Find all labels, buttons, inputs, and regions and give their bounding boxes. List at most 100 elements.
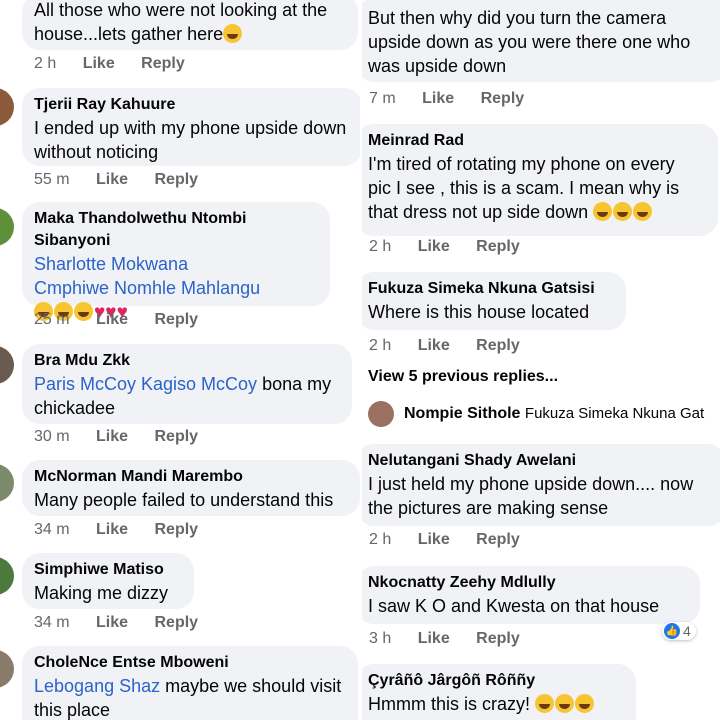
commenter-name[interactable]: Fukuza Simeka Nkuna Gatsisi <box>368 278 614 300</box>
avatar[interactable] <box>0 650 14 688</box>
thinking-face-emoji-icon <box>575 694 595 713</box>
commenter-name[interactable]: Nkocnatty Zeehy Mdlully <box>368 572 688 594</box>
comment-time: 25 m <box>34 311 70 328</box>
mention-link[interactable]: Lebogang Shaz <box>34 676 160 696</box>
thinking-face-emoji-icon <box>535 694 555 713</box>
comment-meta: 2 h Like Reply <box>369 337 542 355</box>
commenter-name[interactable]: Maka Thandolwethu Ntombi Sibanyoni <box>34 208 318 252</box>
like-button[interactable]: Like <box>96 614 128 631</box>
comment-meta: 3 h Like Reply <box>369 630 542 648</box>
avatar[interactable] <box>0 208 14 246</box>
reply-button[interactable]: Reply <box>481 90 525 107</box>
reply-button[interactable]: Reply <box>155 521 199 538</box>
comment-bubble: Çyrâñô Jârgôñ Rôññy Hmmm this is crazy! <box>362 664 636 720</box>
comment-meta: 55 m Like Reply <box>34 171 220 189</box>
comment-time: 3 h <box>369 630 392 647</box>
mention-link[interactable]: Sharlotte Mokwana <box>34 252 318 276</box>
comment-text: chickadee <box>34 398 116 418</box>
commenter-name[interactable]: Çyrâñô Jârgôñ Rôññy <box>368 670 624 692</box>
comment-time: 2 h <box>369 337 392 354</box>
comment-text: house...lets gather here <box>34 22 346 46</box>
commenter-name[interactable]: CholeNce Entse Mboweni <box>34 652 346 674</box>
grinning-sweat-emoji-icon <box>223 24 243 43</box>
comment-time: 2 h <box>34 55 57 72</box>
reply-button[interactable]: Reply <box>476 337 520 354</box>
reply-button[interactable]: Reply <box>155 428 199 445</box>
reply-preview[interactable]: Nompie Sithole Fukuza Simeka Nkuna Gat <box>404 405 704 423</box>
comment-time: 30 m <box>34 428 70 445</box>
commenter-name[interactable]: Simphiwe Matiso <box>34 559 182 581</box>
avatar[interactable] <box>0 557 14 595</box>
comment-text: Paris McCoy Kagiso McCoy bona my <box>34 374 332 394</box>
commenter-name[interactable]: Meinrad Rad <box>368 130 706 152</box>
commenter-name[interactable]: Nompie Sithole <box>404 405 520 422</box>
comment-bubble: CholeNce Entse Mboweni Lebogang Shaz may… <box>22 646 358 720</box>
mention-link[interactable]: Cmphiwe Nomhle Mahlangu <box>34 276 318 300</box>
comment-text: Many people failed to understand this <box>34 490 334 510</box>
comment-text: I just held my phone upside down.... now <box>368 474 694 494</box>
reaction-count[interactable]: 👍 4 <box>662 622 696 640</box>
comment-meta: 2 h Like Reply <box>369 531 542 549</box>
reply-preview-text: Fukuza Simeka Nkuna Gat <box>524 405 705 422</box>
reply-button[interactable]: Reply <box>476 238 520 255</box>
comment-time: 2 h <box>369 531 392 548</box>
comment-time: 2 h <box>369 238 392 255</box>
reply-button[interactable]: Reply <box>155 171 199 188</box>
comment-bubble: Simphiwe Matiso Making me dizzy <box>22 553 194 609</box>
like-button[interactable]: Like <box>418 531 450 548</box>
avatar[interactable] <box>368 401 394 427</box>
reply-button[interactable]: Reply <box>476 630 520 647</box>
avatar[interactable] <box>0 346 14 384</box>
comment-text: Where is this house located <box>368 302 590 322</box>
commenter-name[interactable]: Tjerii Ray Kahuure <box>34 94 350 116</box>
like-button[interactable]: Like <box>422 90 454 107</box>
mention-link[interactable]: Paris McCoy Kagiso McCoy <box>34 374 257 394</box>
like-button[interactable]: Like <box>96 171 128 188</box>
like-button[interactable]: Like <box>418 630 450 647</box>
commenter-name[interactable]: Bra Mdu Zkk <box>34 350 340 372</box>
thumbs-up-icon: 👍 <box>664 623 680 639</box>
comment-meta: 30 m Like Reply <box>34 428 220 446</box>
like-button[interactable]: Like <box>83 55 115 72</box>
commenter-name[interactable]: Nelutangani Shady Awelani <box>368 450 714 472</box>
comment-bubble: Tjerii Ray Kahuure I ended up with my ph… <box>22 88 362 166</box>
comment-text: Lebogang Shaz maybe we should visit <box>34 676 342 696</box>
reply-button[interactable]: Reply <box>155 614 199 631</box>
comment-bubble: Nkocnatty Zeehy Mdlully I saw K O and Kw… <box>362 566 700 624</box>
comment-time: 34 m <box>34 614 70 631</box>
avatar[interactable] <box>0 88 14 126</box>
right-comment-column: But then why did you turn the camera ups… <box>362 0 720 720</box>
comment-text: I saw K O and Kwesta on that house <box>368 596 660 616</box>
comment-time: 55 m <box>34 171 70 188</box>
grinning-sweat-emoji-icon <box>613 202 633 221</box>
comment-bubble: Fukuza Simeka Nkuna Gatsisi Where is thi… <box>362 272 626 330</box>
comment-text: the pictures are making sense <box>368 498 609 518</box>
comment-text: was upside down <box>368 56 507 76</box>
view-previous-replies-link[interactable]: View 5 previous replies... <box>368 368 558 386</box>
grinning-sweat-emoji-icon <box>593 202 613 221</box>
comment-text: I ended up with my phone upside down <box>34 118 347 138</box>
comment-text: that dress not up side down <box>368 200 706 224</box>
commenter-name[interactable]: McNorman Mandi Marembo <box>34 466 348 488</box>
reply-button[interactable]: Reply <box>141 55 185 72</box>
comment-bubble: Maka Thandolwethu Ntombi Sibanyoni Sharl… <box>22 202 330 322</box>
comment-meta: 34 m Like Reply <box>34 521 220 539</box>
comment-text: But then why did you turn the camera <box>368 8 667 28</box>
comment-text: Hmmm this is crazy! <box>368 692 624 716</box>
like-button[interactable]: Like <box>418 238 450 255</box>
comment-meta: 25 m Like Reply <box>34 311 220 329</box>
like-button[interactable]: Like <box>96 311 128 328</box>
reply-button[interactable]: Reply <box>476 531 520 548</box>
comment-bubble: Meinrad Rad I'm tired of rotating my pho… <box>362 124 718 236</box>
comment-bubble: Nelutangani Shady Awelani I just held my… <box>362 444 720 526</box>
like-button[interactable]: Like <box>418 337 450 354</box>
comment-text: I'm tired of rotating my phone on every <box>368 154 675 174</box>
like-button[interactable]: Like <box>96 521 128 538</box>
comment-meta: 7 m Like Reply <box>369 90 546 108</box>
avatar[interactable] <box>0 464 14 502</box>
thinking-face-emoji-icon <box>555 694 575 713</box>
comment-text: this place <box>34 700 111 720</box>
like-button[interactable]: Like <box>96 428 128 445</box>
grinning-sweat-emoji-icon <box>633 202 653 221</box>
reply-button[interactable]: Reply <box>155 311 199 328</box>
